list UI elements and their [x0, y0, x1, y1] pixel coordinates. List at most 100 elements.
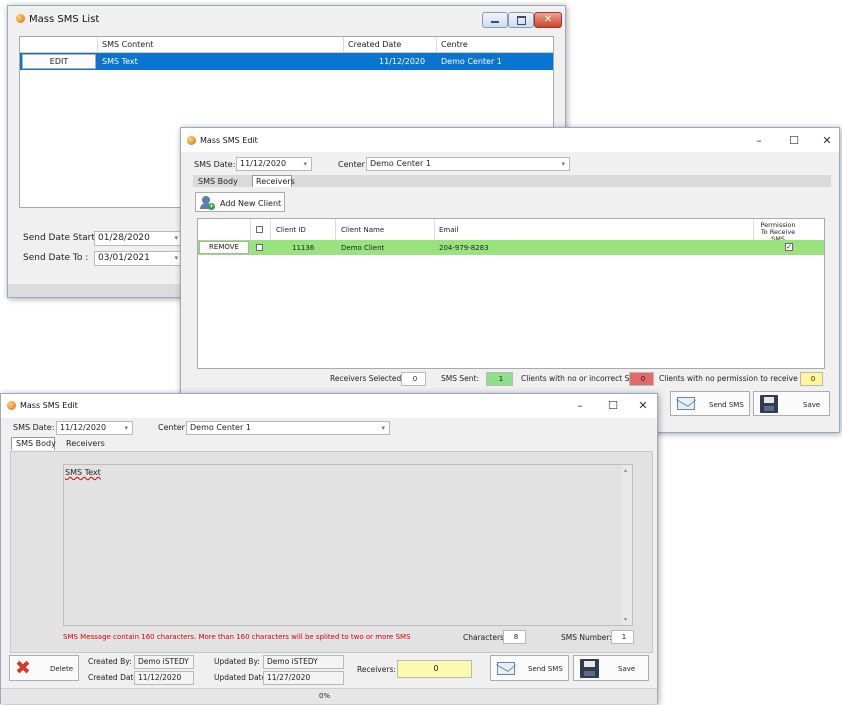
- send-date-start-picker[interactable]: 01/28/2020 ▾: [94, 231, 183, 246]
- tab-strip: SMS Body Receivers: [9, 437, 651, 450]
- created-by-value: Demo iSTEDY: [134, 655, 194, 669]
- edit-button[interactable]: EDIT: [22, 54, 96, 69]
- chevron-down-icon[interactable]: ▾: [381, 422, 385, 434]
- col-header-client-name[interactable]: Client Name: [341, 226, 384, 234]
- send-sms-button[interactable]: Send SMS: [670, 391, 750, 416]
- send-date-start-label: Send Date Start :: [23, 233, 101, 243]
- created-by-label: Created By:: [88, 657, 132, 666]
- created-date-value: 11/12/2020: [134, 671, 194, 685]
- maximize-button[interactable]: [508, 12, 534, 28]
- maximize-icon[interactable]: ☐: [786, 134, 802, 148]
- updated-date-value: 11/27/2020: [263, 671, 344, 685]
- characters-label: Characters:: [463, 633, 507, 642]
- maximize-icon[interactable]: ☐: [605, 399, 621, 413]
- table-row[interactable]: EDIT SMS Text 11/12/2020 Demo Center 1: [20, 53, 553, 70]
- sms-text-area[interactable]: SMS Text ▴ ▾: [63, 464, 633, 626]
- sms-date-label: SMS Date:: [194, 160, 236, 169]
- maximize-icon: [517, 16, 526, 25]
- chevron-down-icon[interactable]: ▾: [561, 158, 565, 170]
- save-button[interactable]: Save: [573, 655, 649, 681]
- title-bar[interactable]: Mass SMS List ✕: [8, 6, 565, 28]
- mass-sms-edit-receivers-window: Mass SMS Edit – ☐ ✕ SMS Date: 11/12/2020…: [180, 127, 840, 433]
- send-date-to-label: Send Date To :: [23, 253, 89, 263]
- updated-date-label: Updated Date:: [214, 673, 269, 682]
- save-button[interactable]: Save: [753, 391, 830, 416]
- receivers-count: 0: [397, 660, 472, 678]
- select-all-checkbox[interactable]: [256, 226, 263, 233]
- sms-date-picker[interactable]: 11/12/2020 ▾: [56, 421, 133, 435]
- col-header-centre[interactable]: Centre: [441, 40, 468, 49]
- progress-text: 0%: [319, 692, 331, 700]
- chevron-up-icon[interactable]: ▴: [624, 467, 627, 474]
- sms-date-picker[interactable]: 11/12/2020 ▾: [236, 157, 312, 171]
- tab-receivers[interactable]: Receivers: [66, 439, 105, 448]
- window-title: Mass SMS List: [29, 14, 100, 25]
- sms-number-label: SMS Number:: [561, 633, 612, 642]
- remove-button[interactable]: REMOVE: [199, 241, 249, 254]
- chevron-down-icon[interactable]: ▾: [624, 616, 627, 623]
- sms-sent-label: SMS Sent:: [441, 374, 479, 383]
- col-header-created-date[interactable]: Created Date: [348, 40, 401, 49]
- minimize-icon[interactable]: –: [751, 134, 767, 148]
- receivers-label: Receivers:: [357, 665, 396, 674]
- close-icon[interactable]: ✕: [819, 134, 835, 148]
- cell-client-id: 11136: [292, 244, 315, 252]
- col-header-email[interactable]: Email: [439, 226, 458, 234]
- title-bar[interactable]: Mass SMS Edit – ☐ ✕: [1, 394, 657, 418]
- tab-sms-body[interactable]: SMS Body: [11, 437, 56, 450]
- chevron-down-icon[interactable]: ▾: [124, 422, 128, 434]
- col-header-client-id[interactable]: Client ID: [276, 226, 306, 234]
- table-row[interactable]: REMOVE 11136 Demo Client 204-979-8283 ✓: [198, 240, 824, 255]
- app-icon: [187, 136, 196, 145]
- send-sms-button[interactable]: Send SMS: [490, 655, 569, 681]
- minimize-icon[interactable]: –: [572, 399, 588, 413]
- chevron-down-icon[interactable]: ▾: [303, 158, 307, 170]
- tab-receivers[interactable]: Receivers: [252, 175, 295, 187]
- envelope-icon: [675, 393, 697, 410]
- add-new-client-button[interactable]: + Add New Client: [195, 192, 285, 212]
- cell-created-date: 11/12/2020: [379, 57, 426, 66]
- permission-checkbox[interactable]: ✓: [785, 243, 793, 251]
- grid-header: SMS Content Created Date Centre: [20, 37, 553, 53]
- progress-bar: 0%: [1, 688, 657, 704]
- center-select[interactable]: Demo Center 1 ▾: [186, 421, 390, 435]
- tab-strip: SMS Body Receivers: [193, 175, 831, 187]
- receivers-selected-label: Receivers Selected:: [330, 374, 404, 383]
- mass-sms-edit-body-window: Mass SMS Edit – ☐ ✕ SMS Date: 11/12/2020…: [0, 393, 658, 704]
- tab-sms-body[interactable]: SMS Body: [198, 177, 238, 186]
- cell-centre: Demo Center 1: [441, 57, 502, 66]
- title-bar[interactable]: Mass SMS Edit – ☐ ✕: [181, 128, 839, 152]
- save-icon: [760, 395, 778, 413]
- window-title: Mass SMS Edit: [20, 401, 78, 410]
- created-date-label: Created Date:: [88, 673, 141, 682]
- close-icon[interactable]: ✕: [635, 399, 651, 413]
- col-header-sms-content[interactable]: SMS Content: [102, 40, 153, 49]
- sms-number-count: 1: [611, 630, 634, 644]
- close-button[interactable]: ✕: [534, 12, 562, 28]
- no-permission-badge: 0: [800, 372, 823, 386]
- app-icon: [16, 14, 25, 23]
- center-select[interactable]: Demo Center 1 ▾: [366, 157, 570, 171]
- send-date-to-picker[interactable]: 03/01/2021 ▾: [94, 251, 183, 266]
- receivers-selected-value: 0: [401, 372, 426, 386]
- scrollbar[interactable]: ▴ ▾: [622, 465, 632, 625]
- delete-button[interactable]: ✖ Delete: [9, 655, 79, 681]
- characters-count: 8: [503, 630, 526, 644]
- no-incorrect-sms-badge: 0: [629, 372, 654, 386]
- sms-sent-badge: 1: [486, 372, 513, 386]
- chevron-down-icon[interactable]: ▾: [174, 252, 178, 264]
- updated-by-label: Updated By:: [214, 657, 260, 666]
- updated-by-value: Demo iSTEDY: [263, 655, 344, 669]
- grid-header: Client ID Client Name Email Permission T…: [198, 219, 824, 243]
- receivers-grid[interactable]: Client ID Client Name Email Permission T…: [197, 218, 825, 369]
- add-user-icon: +: [200, 196, 215, 210]
- chevron-down-icon[interactable]: ▾: [174, 232, 178, 244]
- cell-email: 204-979-8283: [439, 244, 489, 252]
- no-permission-label: Clients with no permission to receive SM…: [659, 374, 819, 383]
- envelope-icon: [495, 658, 517, 675]
- row-select-checkbox[interactable]: [256, 244, 263, 251]
- sms-text: SMS Text: [65, 468, 101, 477]
- cell-sms-content: SMS Text: [102, 57, 138, 66]
- minimize-button[interactable]: [482, 12, 508, 28]
- minimize-icon: [491, 21, 499, 23]
